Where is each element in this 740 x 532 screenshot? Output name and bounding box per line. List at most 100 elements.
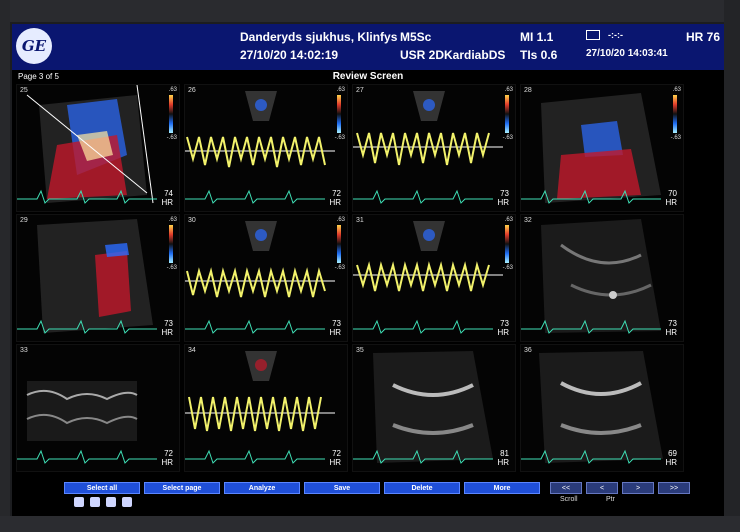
ecg-trace xyxy=(185,449,325,464)
color-scale-bar xyxy=(169,225,173,263)
tile-heart-rate: 73 HR xyxy=(161,319,173,337)
clip-number: 26 xyxy=(188,87,196,94)
clip-number: 35 xyxy=(356,347,364,354)
select-page-button[interactable]: Select page xyxy=(144,482,220,494)
clip-thumbnail[interactable]: 27 .63 -.63 73 HR xyxy=(352,84,516,212)
tile-heart-rate: 73 HR xyxy=(329,319,341,337)
tile-heart-rate: 69 HR xyxy=(665,449,677,467)
clip-number: 27 xyxy=(356,87,364,94)
analyze-button[interactable]: Analyze xyxy=(224,482,300,494)
ecg-trace xyxy=(521,319,661,334)
thermal-index: TIs 0.6 xyxy=(520,48,558,62)
color-scale-bar xyxy=(505,225,509,263)
ultrasound-screen: GE Danderyds sjukhus, Klinfys 27/10/20 1… xyxy=(12,24,724,516)
delete-button[interactable]: Delete xyxy=(384,482,460,494)
next-page-button[interactable]: > xyxy=(622,482,654,494)
tile-heart-rate: 73 HR xyxy=(497,189,509,207)
save-button[interactable]: Save xyxy=(304,482,380,494)
more-button[interactable]: More xyxy=(464,482,540,494)
pointer-label: Ptr xyxy=(606,496,615,503)
ecg-trace xyxy=(17,319,157,334)
sub-header: Page 3 of 5 Review Screen xyxy=(12,70,724,84)
scale-min: -.63 xyxy=(166,135,177,141)
clip-thumbnail[interactable]: 36 69 HR xyxy=(520,344,684,472)
tile-heart-rate: 73 HR xyxy=(665,319,677,337)
ecg-trace xyxy=(17,189,157,204)
color-scale-bar xyxy=(505,95,509,133)
institution-name: Danderyds sjukhus, Klinfys xyxy=(240,30,398,44)
clip-number: 25 xyxy=(20,87,28,94)
screen-title: Review Screen xyxy=(332,71,404,82)
user-label: USR 2DKardiabDS xyxy=(400,48,506,62)
ge-logo: GE xyxy=(16,28,52,64)
scale-max: .63 xyxy=(336,87,345,93)
scroll-label: Scroll xyxy=(560,496,578,503)
current-datetime: 27/10/20 14:03:41 xyxy=(586,48,668,59)
scale-max: .63 xyxy=(504,87,513,93)
ecg-trace xyxy=(521,189,661,204)
right-strip xyxy=(688,84,724,474)
monitor-bezel-bottom xyxy=(0,516,740,532)
clip-number: 30 xyxy=(188,217,196,224)
tool-icons xyxy=(74,497,132,511)
first-page-button[interactable]: << xyxy=(550,482,582,494)
clip-thumbnail[interactable]: 35 81 HR xyxy=(352,344,516,472)
scale-max: .63 xyxy=(336,217,345,223)
scale-min: -.63 xyxy=(502,265,513,271)
monitor-bezel-left xyxy=(0,0,10,532)
disk-icon[interactable] xyxy=(106,497,116,507)
printer-icon[interactable] xyxy=(90,497,100,507)
clip-thumbnail[interactable]: 30 .63 -.63 73 HR xyxy=(184,214,348,342)
tile-heart-rate: 74 HR xyxy=(161,189,173,207)
clip-thumbnail[interactable]: 33 72 HR xyxy=(16,344,180,472)
scale-min: -.63 xyxy=(334,135,345,141)
scale-max: .63 xyxy=(504,217,513,223)
tile-heart-rate: 72 HR xyxy=(329,449,341,467)
clip-thumbnail[interactable]: 25 .63 -.63 74 HR xyxy=(16,84,180,212)
tile-heart-rate: 81 HR xyxy=(497,449,509,467)
ecg-trace xyxy=(521,449,661,464)
clip-thumbnail[interactable]: 31 .63 -.63 73 HR xyxy=(352,214,516,342)
status-placeholder: -:-:- xyxy=(608,30,623,40)
heart-rate: HR 76 xyxy=(686,30,721,44)
last-page-button[interactable]: >> xyxy=(658,482,690,494)
tile-heart-rate: 70 HR xyxy=(665,189,677,207)
tile-heart-rate: 72 HR xyxy=(329,189,341,207)
color-scale-bar xyxy=(169,95,173,133)
sd-card-icon[interactable] xyxy=(122,497,132,507)
bottom-toolbar: Select all Select page Analyze Save Dele… xyxy=(12,480,724,516)
scale-max: .63 xyxy=(168,87,177,93)
clip-number: 28 xyxy=(524,87,532,94)
scale-min: -.63 xyxy=(670,135,681,141)
clip-number: 31 xyxy=(356,217,364,224)
ecg-trace xyxy=(353,319,493,334)
eraser-icon[interactable] xyxy=(74,497,84,507)
color-scale-bar xyxy=(673,95,677,133)
select-all-button[interactable]: Select all xyxy=(64,482,140,494)
prev-page-button[interactable]: < xyxy=(586,482,618,494)
ecg-trace xyxy=(185,319,325,334)
exam-datetime: 27/10/20 14:02:19 xyxy=(240,48,339,62)
scale-min: -.63 xyxy=(502,135,513,141)
clip-number: 29 xyxy=(20,217,28,224)
clip-thumbnail[interactable]: 29 .63 -.63 73 HR xyxy=(16,214,180,342)
clip-number: 32 xyxy=(524,217,532,224)
ecg-trace xyxy=(353,449,493,464)
scale-max: .63 xyxy=(168,217,177,223)
clip-number: 33 xyxy=(20,347,28,354)
scale-min: -.63 xyxy=(334,265,345,271)
clip-thumbnail[interactable]: 34 72 HR xyxy=(184,344,348,472)
tile-heart-rate: 72 HR xyxy=(161,449,173,467)
scale-min: -.63 xyxy=(166,265,177,271)
status-icon xyxy=(586,30,600,40)
clip-number: 34 xyxy=(188,347,196,354)
clip-thumbnail[interactable]: 32 73 HR xyxy=(520,214,684,342)
monitor-bezel-right xyxy=(724,0,740,532)
ecg-trace xyxy=(17,449,157,464)
ecg-trace xyxy=(353,189,493,204)
color-scale-bar xyxy=(337,225,341,263)
clip-thumbnail[interactable]: 28 .63 -.63 70 HR xyxy=(520,84,684,212)
clip-number: 36 xyxy=(524,347,532,354)
clip-thumbnail[interactable]: 26 .63 -.63 72 HR xyxy=(184,84,348,212)
color-scale-bar xyxy=(337,95,341,133)
